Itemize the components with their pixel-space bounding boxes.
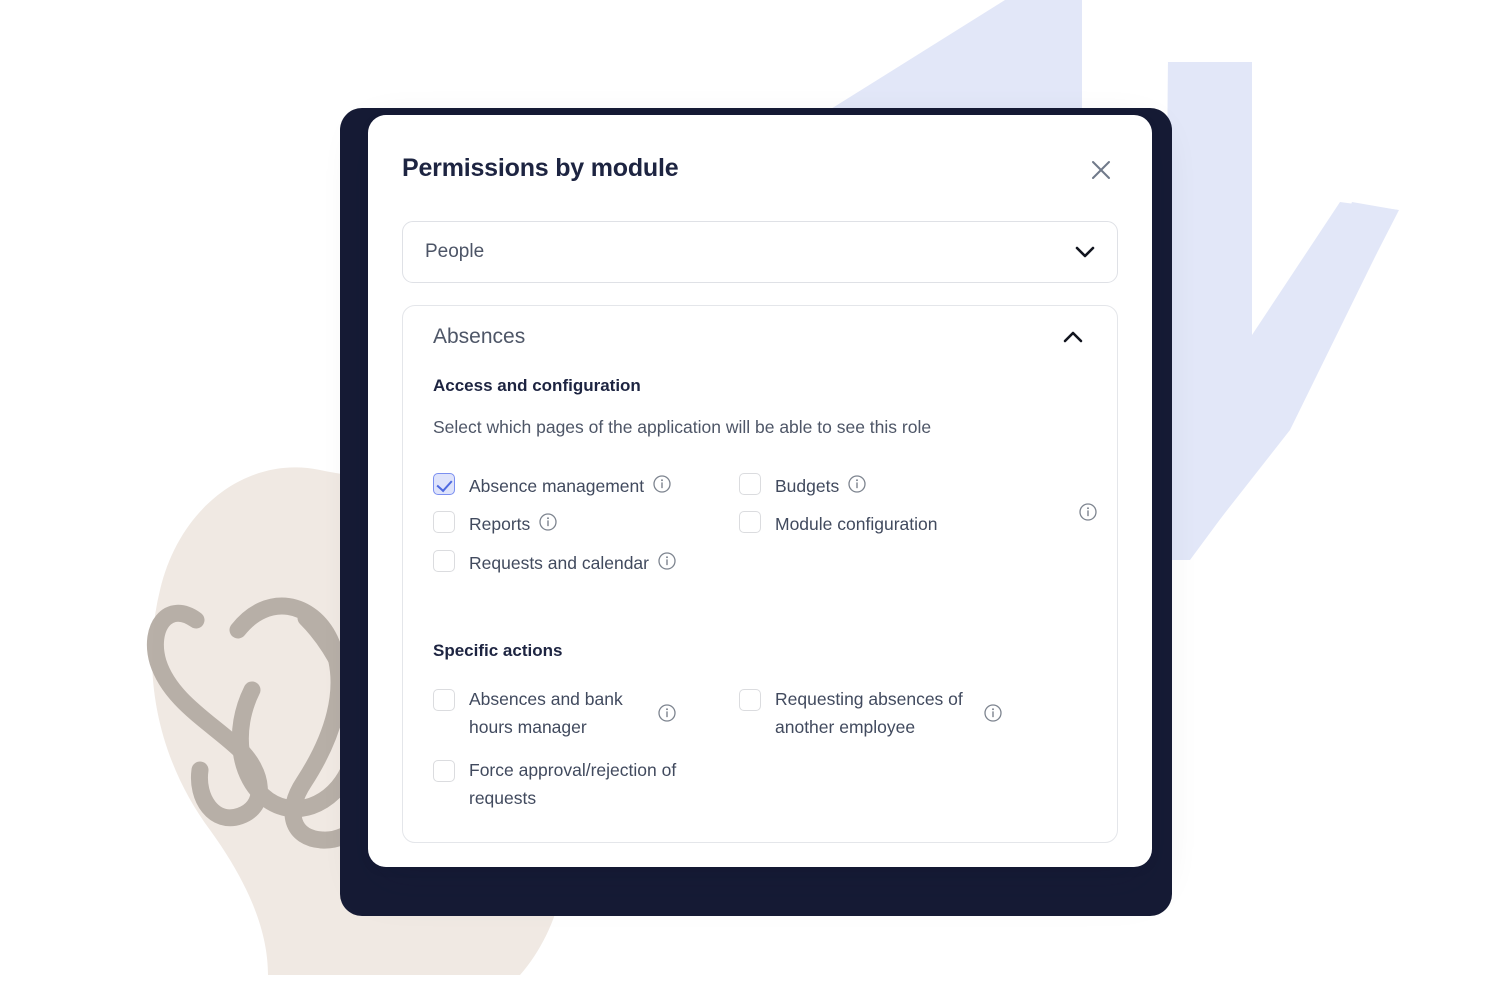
access-options-grid: Absence management Budgets Reports Modul… (433, 462, 1097, 577)
module-select[interactable]: People (402, 221, 1118, 283)
accordion-title: Absences (433, 325, 526, 348)
checkbox-label: Module configuration (775, 514, 938, 535)
checkbox-row-spacer (739, 539, 1087, 577)
checkbox-absences-and-bank-hours-manager[interactable] (433, 689, 455, 712)
decorative-blue-wedge-top (826, 0, 1082, 112)
checkbox-module-configuration[interactable] (739, 511, 761, 534)
access-section-description: Select which pages of the application wi… (433, 417, 932, 437)
checkbox-label: Reports (469, 514, 531, 535)
accordion-header-absences[interactable]: Absences (433, 306, 1087, 368)
decorative-blue-checkmark (1172, 62, 1252, 406)
checkbox-item-absences-and-bank-hours-manager: Absences and bank hours manager (433, 685, 739, 742)
checkbox-item-reports: Reports (433, 500, 739, 538)
checkbox-label: Requests and calendar (469, 552, 649, 573)
screenshot-root: Permissions by module People Absences Ac… (0, 0, 1500, 999)
decorative-blue-swoosh (1167, 60, 1398, 560)
close-icon (1089, 158, 1113, 182)
info-icon[interactable] (653, 475, 671, 493)
checkbox-label: Force approval/rejection of requests (469, 759, 677, 809)
checkbox-item-requesting-absences-of-another-employee: Requesting absences of another employee (739, 685, 1087, 742)
checkbox-item-requests-and-calendar: Requests and calendar (433, 539, 739, 577)
checkbox-item-module-configuration: Module configuration (739, 500, 1097, 538)
modal-header: Permissions by module (402, 115, 1118, 221)
checkbox-row: Absence management Budgets (433, 462, 1087, 500)
checkbox-item-force-approval-rejection-of-requests: Force approval/rejection of requests (433, 756, 739, 813)
page-title: Permissions by module (402, 153, 679, 182)
info-icon[interactable] (658, 704, 676, 723)
info-icon[interactable] (984, 704, 1002, 723)
checkbox-requests-and-calendar[interactable] (433, 549, 455, 572)
chevron-up-icon (1061, 329, 1085, 345)
checkbox-row: Requests and calendar (433, 539, 1087, 577)
checkbox-budgets[interactable] (739, 473, 761, 495)
checkbox-label: Absence management (469, 476, 645, 496)
close-button[interactable] (1086, 155, 1116, 185)
checkbox-item-budgets: Budgets (739, 462, 1087, 500)
checkbox-force-approval-rejection-of-requests[interactable] (433, 759, 455, 782)
decorative-blue-shape-right (1168, 62, 1399, 560)
absences-accordion: Absences Access and configuration Select… (402, 305, 1118, 844)
permissions-modal: Permissions by module People Absences Ac… (368, 115, 1152, 867)
checkbox-row: Reports Module configuration (433, 500, 1097, 538)
checkbox-label: Requesting absences of another employee (775, 689, 963, 738)
checkbox-item-absence-management: Absence management (433, 462, 739, 500)
info-icon[interactable] (1079, 503, 1097, 521)
checkbox-reports[interactable] (433, 511, 455, 534)
chevron-down-icon (1073, 244, 1097, 260)
checkbox-absence-management[interactable] (433, 473, 455, 495)
checkbox-label: Absences and bank hours manager (469, 689, 623, 738)
module-select-value: People (425, 241, 485, 262)
info-icon[interactable] (539, 513, 557, 531)
checkbox-row: Force approval/rejection of requests (433, 756, 1087, 813)
specific-section-heading: Specific actions (433, 641, 563, 661)
checkbox-row: Absences and bank hours manager Requesti… (433, 685, 1087, 742)
checkbox-row-spacer (739, 756, 1087, 813)
checkbox-requesting-absences-of-another-employee[interactable] (739, 689, 761, 712)
info-icon[interactable] (658, 552, 676, 570)
access-section-heading: Access and configuration (433, 376, 641, 395)
checkbox-label: Budgets (775, 476, 840, 496)
specific-options-grid: Absences and bank hours manager Requesti… (433, 685, 1087, 812)
info-icon[interactable] (848, 475, 866, 493)
